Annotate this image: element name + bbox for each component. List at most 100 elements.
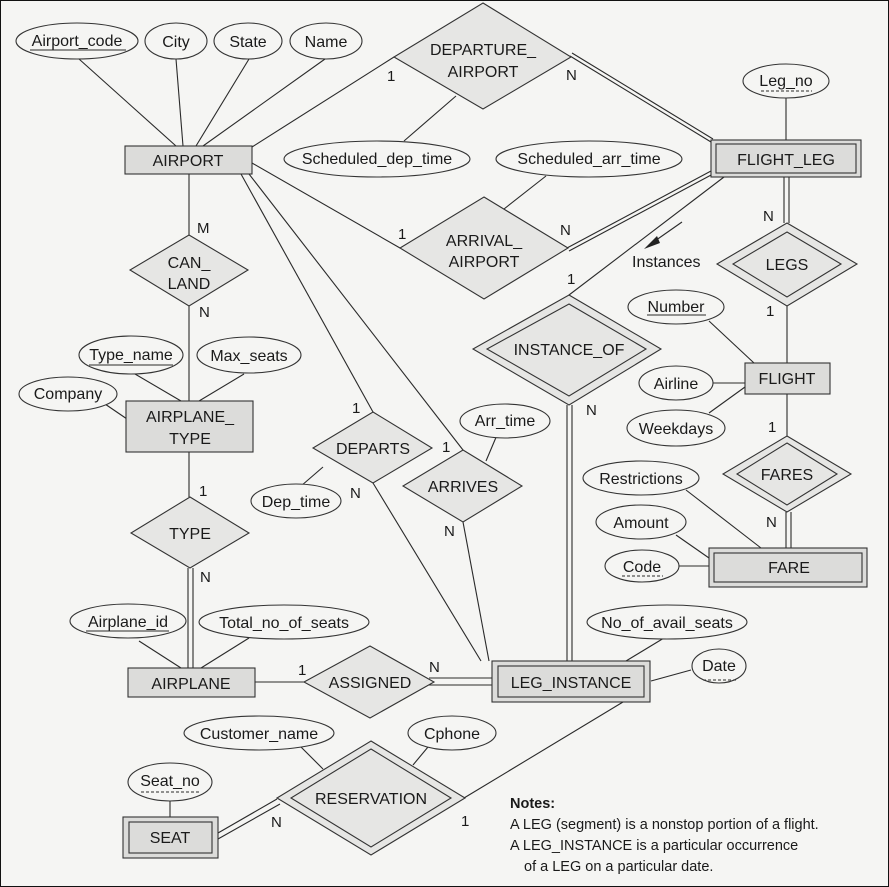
notes-line: of a LEG on a particular date.: [524, 859, 714, 875]
line-sched-arr: [503, 175, 547, 210]
attribute-label: Airplane_id: [88, 614, 168, 631]
cardinality-label: 1: [567, 271, 575, 288]
relationship-label-line2: AIRPORT: [449, 254, 520, 271]
cardinality-label: 1: [768, 419, 776, 436]
relationship-arrives[interactable]: ARRIVES: [401, 449, 524, 523]
attribute-label: Weekdays: [639, 421, 713, 438]
attribute-cphone[interactable]: Cphone: [407, 715, 497, 751]
attribute-dep-time[interactable]: Dep_time: [250, 483, 342, 519]
attribute-state[interactable]: State: [213, 22, 283, 60]
attribute-label: Max_seats: [210, 348, 287, 365]
notes-line: A LEG (segment) is a nonstop portion of …: [510, 817, 819, 833]
entity-label: FARE: [768, 560, 810, 577]
cardinality-label: 1: [398, 226, 406, 243]
cardinality-label: 1: [442, 439, 450, 456]
attribute-label: Dep_time: [262, 494, 331, 511]
diagram-frame: AIRPORT FLIGHT_LEG AIRPLANE_ TYPE FLIGHT…: [0, 0, 889, 887]
attribute-leg-no[interactable]: Leg_no: [742, 63, 830, 99]
attribute-airline[interactable]: Airline: [638, 365, 714, 401]
attribute-label: Total_no_of_seats: [219, 615, 349, 632]
relationship-label-line2: AIRPORT: [448, 64, 519, 81]
line-airport-code: [78, 58, 177, 147]
attribute-airport-code[interactable]: Airport_code: [15, 22, 139, 60]
attribute-restrictions[interactable]: Restrictions: [582, 460, 700, 496]
er-diagram: AIRPORT FLIGHT_LEG AIRPLANE_ TYPE FLIGHT…: [15, 2, 868, 859]
relationship-legs[interactable]: LEGS: [715, 222, 859, 307]
entity-label: LEG_INSTANCE: [511, 675, 632, 692]
relationship-reservation[interactable]: RESERVATION: [275, 740, 467, 856]
instances-annotation: Instances: [632, 254, 700, 271]
cardinality-label: N: [200, 569, 211, 586]
cardinality-label: N: [271, 814, 282, 831]
line-restrictions: [685, 489, 762, 549]
entity-seat[interactable]: SEAT: [122, 816, 219, 859]
relationship-label: LEGS: [766, 257, 809, 274]
attribute-label: Type_name: [89, 347, 173, 364]
line-leginstance-reservation: [463, 701, 624, 799]
attribute-label: No_of_avail_seats: [601, 615, 733, 632]
attribute-label: Leg_no: [759, 73, 812, 90]
relationship-type[interactable]: TYPE: [129, 496, 251, 569]
attribute-seat-no[interactable]: Seat_no: [127, 762, 213, 802]
line-sched-dep: [403, 95, 457, 142]
attribute-name[interactable]: Name: [289, 22, 363, 60]
entity-label-line2: TYPE: [169, 431, 211, 448]
entity-airplane-type[interactable]: AIRPLANE_ TYPE: [125, 400, 254, 453]
relationship-fares[interactable]: FARES: [721, 435, 853, 513]
entity-flight[interactable]: FLIGHT: [744, 362, 831, 395]
cardinality-label: N: [586, 402, 597, 419]
cardinality-label: 1: [352, 400, 360, 417]
entity-airport[interactable]: AIRPORT: [124, 145, 253, 175]
relationship-label: INSTANCE_OF: [514, 342, 625, 359]
attribute-label: Scheduled_arr_time: [517, 151, 660, 168]
line-city: [175, 58, 184, 147]
attribute-customer-name[interactable]: Customer_name: [183, 715, 335, 751]
attribute-label: State: [229, 34, 266, 51]
relationship-label: RESERVATION: [315, 791, 427, 808]
attribute-max-seats[interactable]: Max_seats: [196, 336, 302, 374]
relationship-label-line1: DEPARTURE_: [430, 42, 537, 59]
line-type-name: [134, 373, 182, 402]
attribute-label: Date: [702, 658, 736, 675]
entity-leg-instance[interactable]: LEG_INSTANCE: [491, 660, 651, 703]
attribute-arr-time[interactable]: Arr_time: [459, 403, 551, 439]
relationship-label-line1: CAN_: [168, 255, 212, 272]
attribute-number[interactable]: Number: [627, 289, 725, 325]
attribute-label: Cphone: [424, 726, 480, 743]
attribute-no-of-avail-seats[interactable]: No_of_avail_seats: [586, 604, 748, 640]
attribute-weekdays[interactable]: Weekdays: [626, 409, 726, 447]
attribute-city[interactable]: City: [144, 22, 208, 60]
line-departure-flightleg: [569, 55, 712, 143]
attribute-label: Restrictions: [599, 471, 683, 488]
attribute-label: Arr_time: [475, 413, 536, 430]
attribute-amount[interactable]: Amount: [595, 504, 687, 540]
attribute-type-name[interactable]: Type_name: [78, 335, 184, 375]
attribute-airplane-id[interactable]: Airplane_id: [69, 603, 187, 639]
line-departure-flightleg-2: [571, 52, 714, 140]
line-name: [202, 58, 326, 147]
cardinality-label: 1: [461, 813, 469, 830]
line-cphone: [412, 746, 429, 766]
cardinality-label: N: [560, 222, 571, 239]
attribute-scheduled-dep-time[interactable]: Scheduled_dep_time: [283, 140, 471, 178]
attribute-date[interactable]: Date: [691, 648, 747, 684]
relationship-arrival-airport[interactable]: ARRIVAL_ AIRPORT: [398, 196, 570, 300]
entity-airplane[interactable]: AIRPLANE: [127, 667, 256, 698]
attribute-label: Airline: [654, 376, 699, 393]
attribute-total-no-of-seats[interactable]: Total_no_of_seats: [198, 604, 370, 640]
attribute-scheduled-arr-time[interactable]: Scheduled_arr_time: [495, 140, 683, 178]
entity-flight-leg[interactable]: FLIGHT_LEG: [710, 139, 862, 178]
arrow-icon: [644, 236, 660, 249]
line-arrival-flightleg-2: [568, 173, 714, 252]
relationship-assigned[interactable]: ASSIGNED: [302, 645, 436, 719]
entity-fare[interactable]: FARE: [708, 547, 868, 588]
cardinality-label: 1: [199, 483, 207, 500]
relationship-label: ARRIVES: [428, 479, 498, 496]
line-arr-time: [485, 434, 498, 462]
relationship-departure-airport[interactable]: DEPARTURE_ AIRPORT: [392, 2, 573, 110]
attribute-company[interactable]: Company: [18, 376, 118, 412]
line-arrival-flightleg: [566, 170, 712, 249]
relationship-can-land[interactable]: CAN_ LAND: [128, 234, 250, 307]
attribute-code[interactable]: Code: [604, 549, 680, 583]
relationship-departs[interactable]: DEPARTS: [311, 411, 434, 484]
